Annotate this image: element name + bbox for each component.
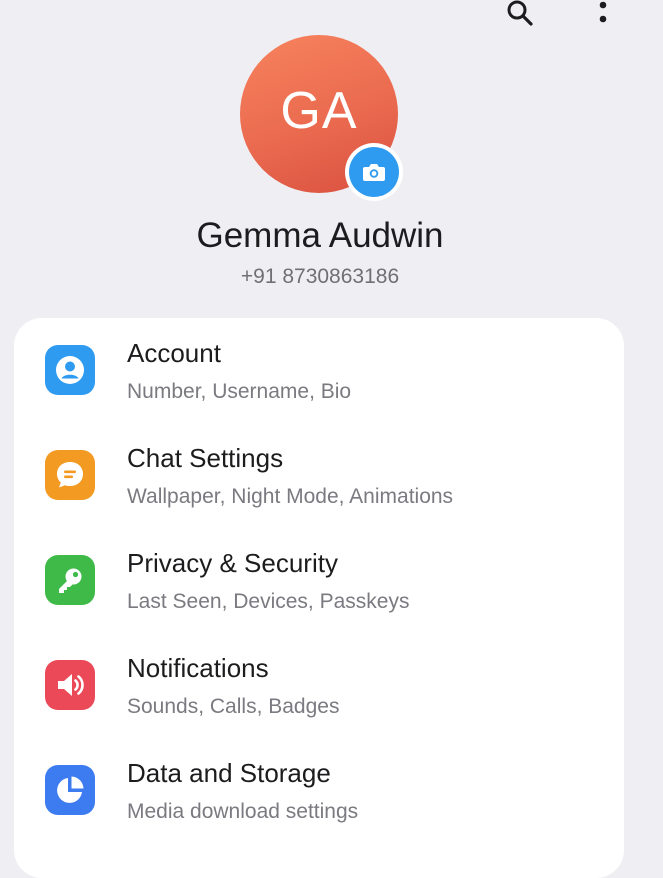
settings-item-title: Account [127,338,221,368]
person-icon [56,356,84,384]
chat-bubble-icon [57,462,83,488]
account-icon-tile [45,345,95,395]
settings-item-data-storage[interactable]: Data and Storage Media download settings [14,738,624,843]
settings-item-subtitle: Last Seen, Devices, Passkeys [127,590,410,613]
top-bar [0,0,663,40]
settings-item-subtitle: Media download settings [127,800,359,823]
notifications-icon-tile [45,660,95,710]
search-icon [507,0,533,26]
search-button[interactable] [500,0,540,30]
privacy-icon-tile [45,555,95,605]
settings-item-notifications[interactable]: Notifications Sounds, Calls, Badges [14,633,624,738]
camera-badge [349,147,399,197]
key-icon [59,568,82,593]
speaker-icon [58,674,84,696]
settings-item-subtitle: Sounds, Calls, Badges [127,695,340,718]
data-storage-icon-tile [45,765,95,815]
profile-phone: +91 8730863186 [240,265,400,288]
pie-chart-icon [57,776,84,803]
settings-item-subtitle: Wallpaper, Night Mode, Animations [127,485,454,508]
settings-item-title: Chat Settings [127,443,284,473]
settings-item-title: Notifications [127,653,269,683]
more-vertical-icon [599,1,607,23]
more-options-button[interactable] [588,0,618,30]
settings-item-title: Privacy & Security [127,548,338,578]
set-photo-button[interactable] [345,143,403,201]
settings-item-privacy-security[interactable]: Privacy & Security Last Seen, Devices, P… [14,528,624,633]
chat-settings-icon-tile [45,450,95,500]
settings-item-account[interactable]: Account Number, Username, Bio [14,318,624,423]
profile-name: Gemma Audwin [196,216,444,255]
settings-item-chat-settings[interactable]: Chat Settings Wallpaper, Night Mode, Ani… [14,423,624,528]
camera-icon [363,164,385,181]
avatar-initials: GA [280,82,358,140]
settings-item-title: Data and Storage [127,758,331,788]
settings-card: Account Number, Username, Bio Chat Setti… [14,318,624,878]
settings-item-subtitle: Number, Username, Bio [127,380,352,403]
